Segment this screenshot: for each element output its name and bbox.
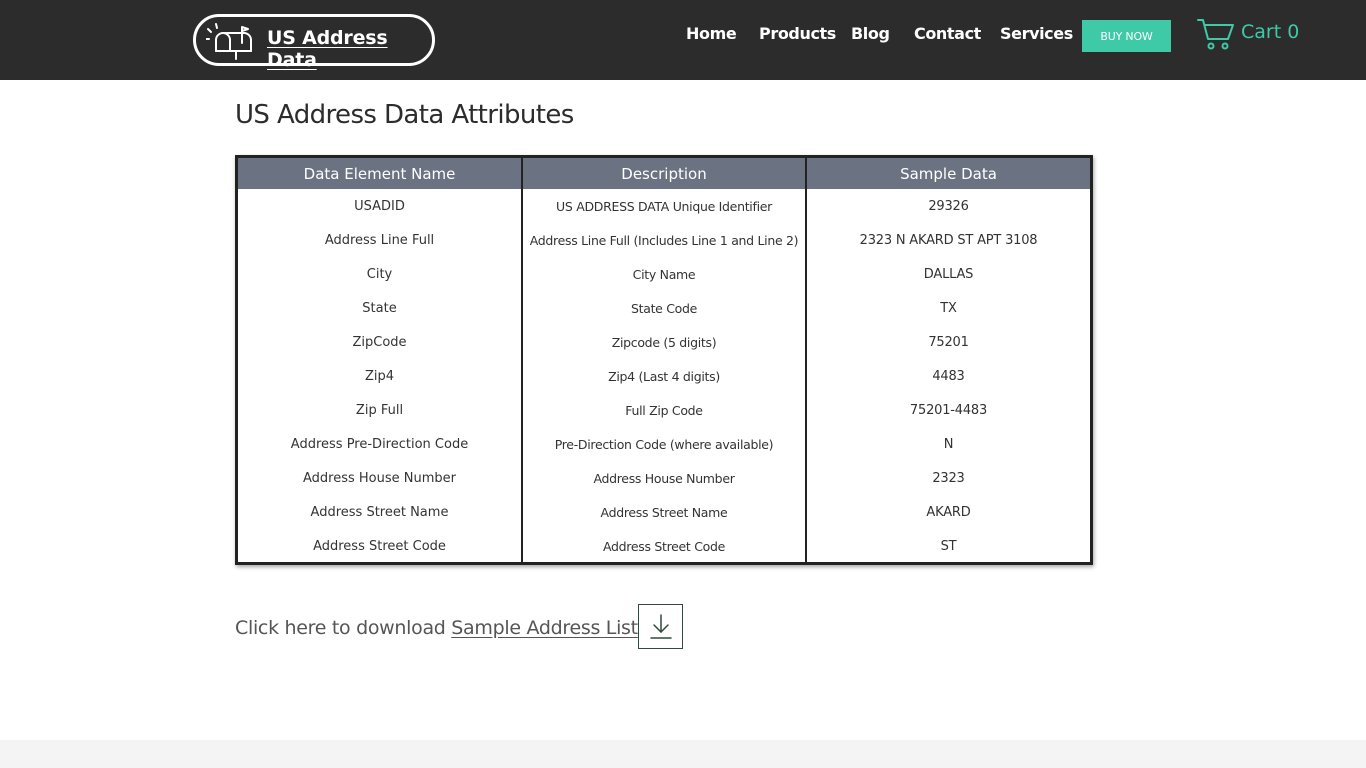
sample-data-cell: ST [805,529,1090,563]
table-row: State State Code TX [238,291,1090,325]
table-row: City City Name DALLAS [238,257,1090,291]
nav-products[interactable]: Products [759,24,836,43]
element-name-cell: Address Street Name [310,504,449,520]
element-name-cell: Address Pre-Direction Code [290,436,469,452]
cart-button[interactable]: Cart 0 [1197,16,1307,52]
nav-home[interactable]: Home [686,24,737,43]
description-cell: State Code [521,291,806,325]
sample-data-cell: 75201-4483 [805,393,1090,427]
footer [0,740,1366,768]
sample-data-cell: 75201 [805,325,1090,359]
sample-data-cell: DALLAS [805,257,1090,291]
description-cell: Zipcode (5 digits) [521,325,806,359]
sample-data-cell: AKARD [805,495,1090,529]
download-prefix: Click here to download [235,617,452,639]
download-line: Click here to download Sample Address Li… [235,617,638,639]
nav-blog[interactable]: Blog [851,24,890,43]
column-header-sample-data: Sample Data [805,158,1090,189]
element-name-cell: USADID [354,198,405,214]
description-cell: Address House Number [521,461,806,495]
description-cell: Zip4 (Last 4 digits) [521,359,806,393]
cart-label: Cart 0 [1241,21,1300,43]
element-name-cell: State [362,300,397,316]
sample-data-cell: 2323 [805,461,1090,495]
element-name-cell: Address Street Code [313,538,446,554]
sample-address-list-link[interactable]: Sample Address List [451,617,638,639]
nav-contact[interactable]: Contact [914,24,981,43]
element-name-cell: City [366,266,393,282]
element-name-cell: Zip4 [364,368,395,384]
description-cell: City Name [521,257,806,291]
site-header: US Address Data Home Products Blog Conta… [0,0,1366,80]
element-name-cell: Address Line Full [324,232,435,248]
description-cell: Address Line Full (Includes Line 1 and L… [521,223,806,257]
element-name-cell: Zip Full [355,402,404,418]
cart-count: 0 [1287,21,1300,43]
description-cell: US ADDRESS DATA Unique Identifier [521,189,806,223]
description-cell: Address Street Name [521,495,806,529]
table-row: Address Line Full Address Line Full (Inc… [238,223,1090,257]
description-cell: Address Street Code [521,529,806,563]
nav-services[interactable]: Services [1000,24,1073,43]
attributes-table: Data Element Name Description Sample Dat… [235,155,1093,565]
sample-data-cell: 4483 [805,359,1090,393]
page-title: US Address Data Attributes [235,100,574,130]
table-row: Zip4 Zip4 (Last 4 digits) 4483 [238,359,1090,393]
sample-data-cell: N [805,427,1090,461]
table-row: USADID US ADDRESS DATA Unique Identifier… [238,189,1090,223]
download-button[interactable] [638,604,683,649]
description-cell: Pre-Direction Code (where available) [521,427,806,461]
table-row: ZipCode Zipcode (5 digits) 75201 [238,325,1090,359]
table-row: Zip Full Full Zip Code 75201-4483 [238,393,1090,427]
column-header-element-name: Data Element Name [238,158,522,189]
element-name-cell: ZipCode [352,334,407,350]
column-header-description: Description [521,158,806,189]
download-icon [649,613,672,639]
sample-data-cell: TX [805,291,1090,325]
table-header-row: Data Element Name Description Sample Dat… [238,158,1090,189]
table-row: Address Street Code Address Street Code … [238,529,1090,563]
table-row: Address House Number Address House Numbe… [238,461,1090,495]
table-row: Address Pre-Direction Code Pre-Direction… [238,427,1090,461]
sample-data-cell: 2323 N AKARD ST APT 3108 [805,223,1090,257]
cart-icon [1197,19,1234,50]
element-name-cell: Address House Number [303,470,456,486]
buy-now-button[interactable]: BUY NOW [1082,20,1171,52]
sample-data-cell: 29326 [805,189,1090,223]
description-cell: Full Zip Code [521,393,806,427]
table-row: Address Street Name Address Street Name … [238,495,1090,529]
